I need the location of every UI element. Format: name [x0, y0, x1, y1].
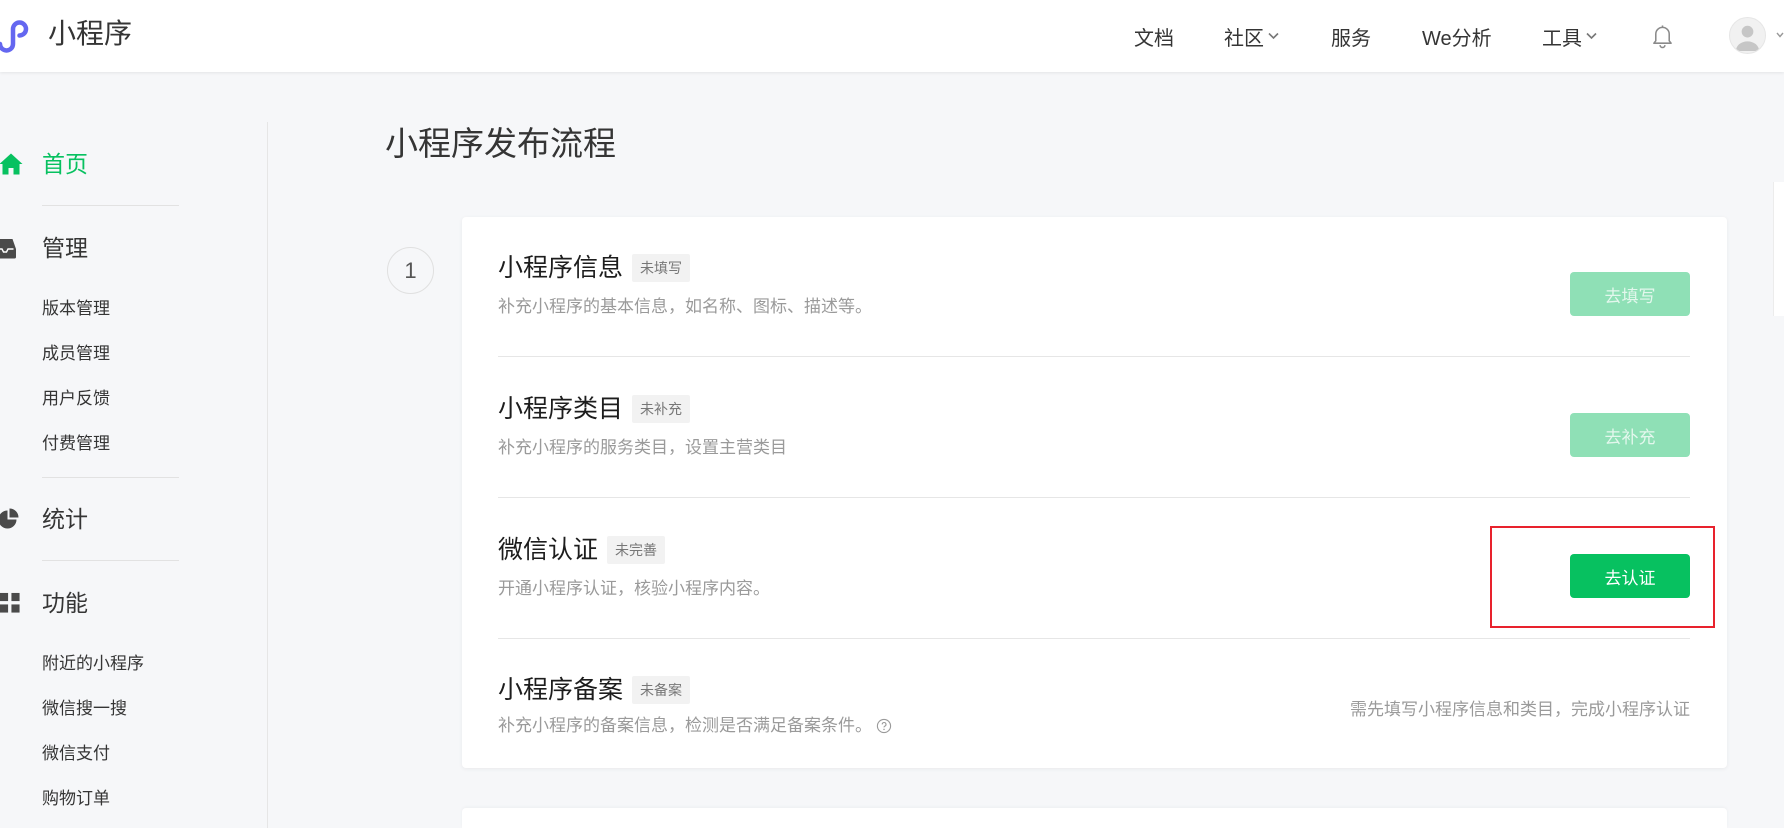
task-description: 补充小程序的服务类目，设置主营类目	[498, 436, 787, 460]
sidebar-item-user-feedback[interactable]: 用户反馈	[42, 387, 110, 411]
home-icon	[0, 153, 23, 175]
fill-info-button[interactable]: 去填写	[1570, 272, 1690, 316]
status-badge: 未填写	[632, 254, 691, 282]
task-title: 微信认证	[498, 536, 599, 564]
sidebar-item-wechat-search[interactable]: 微信搜一搜	[42, 697, 127, 721]
task-title: 小程序类目	[498, 395, 624, 423]
nav-docs[interactable]: 文档	[1134, 0, 1174, 72]
sidebar-divider	[42, 560, 179, 561]
task-header: 小程序类目 未补充	[498, 394, 691, 424]
page-title: 小程序发布流程	[385, 125, 616, 162]
sidebar-divider	[42, 205, 179, 206]
sidebar-section-manage: 管理	[0, 232, 240, 264]
task-description-text: 补充小程序的服务类目，设置主营类目	[498, 438, 787, 457]
logo-text[interactable]: 小程序	[48, 16, 132, 52]
status-badge: 未备案	[632, 676, 691, 704]
task-header: 小程序备案 未备案	[498, 675, 691, 705]
task-description-text: 开通小程序认证，核验小程序内容。	[498, 579, 770, 598]
sidebar-border	[267, 122, 268, 828]
nav-we-analytics[interactable]: We分析	[1422, 0, 1492, 72]
task-header: 微信认证 未完善	[498, 535, 666, 565]
sidebar-item-member-management[interactable]: 成员管理	[42, 342, 110, 366]
sidebar-item-shopping-orders[interactable]: 购物订单	[42, 787, 110, 811]
avatar-icon	[1735, 25, 1760, 52]
nav-docs-label: 文档	[1134, 27, 1174, 50]
sidebar-section-features: 功能	[0, 587, 240, 619]
inbox-icon	[0, 239, 16, 259]
publish-step-card: 小程序信息 未填写 补充小程序的基本信息，如名称、图标、描述等。 去填写 小程序…	[462, 217, 1727, 768]
avatar[interactable]	[1729, 17, 1766, 54]
task-header: 小程序信息 未填写	[498, 253, 691, 283]
grid-icon	[0, 592, 20, 613]
status-badge: 未完善	[607, 536, 666, 564]
task-description-text: 补充小程序的备案信息，检测是否满足备案条件。	[498, 716, 872, 735]
pie-chart-icon	[0, 508, 19, 529]
nav-tools[interactable]: 工具	[1542, 0, 1598, 72]
nav-services[interactable]: 服务	[1331, 0, 1371, 72]
floating-panel	[1773, 182, 1784, 316]
chevron-down-icon	[1268, 32, 1279, 40]
task-divider	[498, 356, 1690, 357]
sidebar-item-wechat-pay[interactable]: 微信支付	[42, 742, 110, 766]
sidebar-item-stats[interactable]: 统计	[0, 503, 240, 535]
task-row-category: 小程序类目 未补充 补充小程序的服务类目，设置主营类目 去补充	[462, 358, 1727, 499]
sidebar-item-home[interactable]: 首页	[0, 148, 240, 180]
task-row-filing: 小程序备案 未备案 补充小程序的备案信息，检测是否满足备案条件。 需先填写小程序…	[462, 640, 1727, 768]
nav-services-label: 服务	[1331, 27, 1371, 50]
top-header: 小程序 文档 社区 服务 We分析 工具	[0, 0, 1784, 72]
task-description: 补充小程序的基本信息，如名称、图标、描述等。	[498, 295, 872, 319]
task-row-info: 小程序信息 未填写 补充小程序的基本信息，如名称、图标、描述等。 去填写	[462, 217, 1727, 358]
step-number-badge: 1	[387, 247, 434, 294]
sidebar-item-payment-management[interactable]: 付费管理	[42, 432, 110, 456]
task-title: 小程序信息	[498, 254, 624, 282]
task-divider	[498, 638, 1690, 639]
chevron-down-icon	[1586, 32, 1597, 40]
task-description: 开通小程序认证，核验小程序内容。	[498, 577, 770, 601]
nav-community-label: 社区	[1224, 27, 1264, 50]
account-chevron-down-icon[interactable]	[1776, 31, 1784, 39]
next-step-card	[462, 808, 1727, 828]
task-description-text: 补充小程序的基本信息，如名称、图标、描述等。	[498, 297, 872, 316]
nav-we-analytics-label: We分析	[1422, 27, 1492, 50]
sidebar-divider	[42, 477, 179, 478]
status-badge: 未补充	[632, 395, 691, 423]
question-circle-icon[interactable]	[876, 718, 892, 734]
add-category-button[interactable]: 去补充	[1570, 413, 1690, 457]
sidebar-item-nearby-mini-programs[interactable]: 附近的小程序	[42, 652, 144, 676]
sidebar-item-version-management[interactable]: 版本管理	[42, 297, 110, 321]
task-title: 小程序备案	[498, 676, 624, 704]
mini-program-logo-icon[interactable]	[0, 17, 32, 55]
sidebar-section-label: 管理	[42, 235, 88, 261]
task-divider	[498, 497, 1690, 498]
task-row-verification: 微信认证 未完善 开通小程序认证，核验小程序内容。 去认证	[462, 499, 1727, 640]
bell-icon[interactable]	[1651, 23, 1674, 49]
sidebar-item-label: 首页	[42, 151, 88, 177]
verify-button[interactable]: 去认证	[1570, 554, 1690, 598]
sidebar-section-label: 功能	[42, 590, 88, 616]
nav-community[interactable]: 社区	[1224, 0, 1280, 72]
nav-tools-label: 工具	[1542, 27, 1582, 50]
sidebar-item-label: 统计	[42, 506, 88, 532]
task-prerequisite-note: 需先填写小程序信息和类目，完成小程序认证	[1350, 700, 1690, 719]
task-description: 补充小程序的备案信息，检测是否满足备案条件。	[498, 714, 892, 738]
